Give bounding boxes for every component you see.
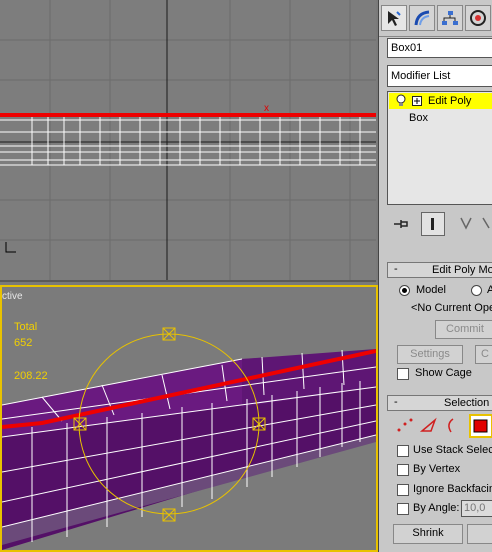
model-radio[interactable] [399, 285, 410, 296]
bend-icon [414, 10, 430, 26]
top-mesh-wireframe [0, 117, 376, 166]
by-vertex-checkbox[interactable] [397, 464, 409, 476]
hierarchy-tab[interactable] [437, 5, 463, 31]
rollout-title: Selection [444, 397, 490, 409]
stack-toolbar [387, 212, 492, 238]
perspective-viewport[interactable]: ctive Total 652 208.22 [0, 285, 378, 552]
create-tab[interactable] [381, 5, 407, 31]
edit-poly-mode-rollout-header[interactable]: - Edit Poly Mo [387, 262, 492, 278]
expand-plus-icon[interactable] [412, 96, 422, 106]
pin-stack-icon[interactable] [391, 214, 411, 234]
command-panel-tabs [379, 0, 492, 37]
by-angle-label: By Angle: [413, 502, 460, 514]
border-icon[interactable] [443, 416, 461, 436]
cancel-button[interactable]: C [475, 345, 492, 364]
animate-radio[interactable] [471, 285, 482, 296]
modify-tab[interactable] [409, 5, 435, 31]
by-vertex-label: By Vertex [413, 463, 461, 475]
edge-icon[interactable] [419, 416, 439, 436]
use-stack-selection-label: Use Stack Selec [413, 444, 492, 456]
show-end-result-icon [431, 218, 434, 230]
selection-rollout-header[interactable]: - Selection [387, 395, 492, 411]
show-end-result-button[interactable] [421, 212, 445, 236]
subobject-toolbar [393, 414, 492, 438]
top-viewport-canvas: x [0, 0, 376, 280]
selected-edge [0, 113, 376, 117]
show-cage-label: Show Cage [415, 367, 472, 379]
modifier-stack: Edit Poly Box [387, 91, 492, 205]
model-radio-label: Model [416, 284, 446, 296]
perspective-canvas [2, 327, 376, 550]
top-viewport[interactable]: x [0, 0, 376, 282]
motion-icon [470, 10, 486, 26]
rollout-title: Edit Poly Mo [432, 264, 492, 276]
use-stack-selection-checkbox[interactable] [397, 445, 409, 457]
ignore-backfacing-checkbox[interactable] [397, 484, 409, 496]
collapse-icon: - [394, 263, 398, 275]
shrink-button[interactable]: Shrink [393, 524, 463, 544]
lightbulb-icon[interactable] [394, 94, 408, 108]
remove-modifier-icon[interactable] [481, 214, 492, 234]
grow-button[interactable] [467, 524, 492, 544]
settings-button[interactable]: Settings [397, 345, 463, 364]
by-angle-spinner[interactable]: 10,0 [461, 500, 492, 517]
polygon-button[interactable] [469, 414, 492, 438]
object-name-field[interactable]: Box01 [387, 38, 492, 58]
modifier-list-dropdown[interactable]: Modifier List [387, 65, 492, 87]
make-unique-icon[interactable] [457, 214, 477, 234]
gizmo-marker: x [264, 103, 269, 114]
by-angle-checkbox[interactable] [397, 503, 409, 515]
stack-item-label: Edit Poly [428, 95, 472, 107]
vertex-icon[interactable] [395, 416, 415, 436]
stack-item-label: Box [409, 112, 428, 124]
command-panel: Box01 Modifier List Edit Poly Box - Edit… [378, 0, 492, 552]
cursor-icon [388, 11, 401, 26]
hierarchy-icon [442, 11, 458, 25]
commit-button[interactable]: Commit [435, 320, 492, 339]
ignore-backfacing-label: Ignore Backfacin [413, 483, 492, 495]
stack-item-box[interactable]: Box [389, 110, 492, 126]
polygon-icon [473, 419, 488, 433]
stack-item-edit-poly[interactable]: Edit Poly [389, 93, 492, 109]
motion-tab[interactable] [465, 5, 491, 31]
animate-radio-label: A [487, 284, 492, 296]
collapse-icon: - [394, 396, 398, 408]
current-operation-label: <No Current Oper [411, 302, 492, 314]
show-cage-checkbox[interactable] [397, 368, 409, 380]
